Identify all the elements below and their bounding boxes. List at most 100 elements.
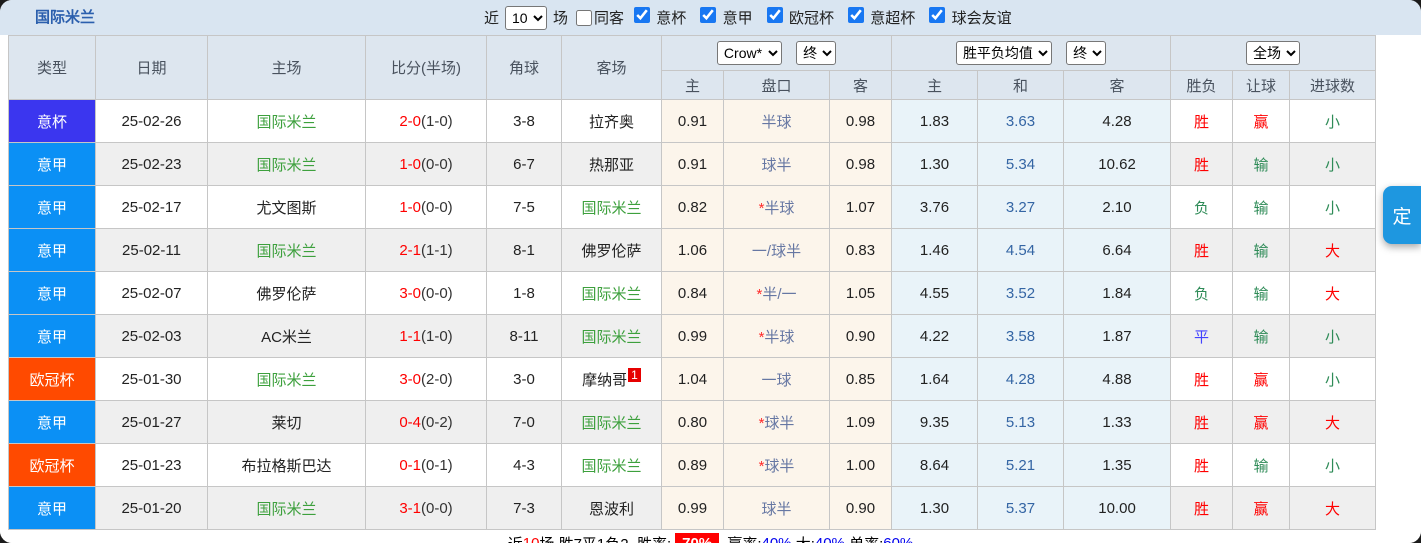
col-header-goals: 进球数 [1289,70,1377,100]
cell-odds-away: 1.00 [828,443,893,487]
fulltime-score: 1-0 [399,198,421,216]
cell-home-team: 莱切 [207,400,366,444]
match-row: 欧冠杯 25-01-30 国际米兰 3-0(2-0) 3-0 摩纳哥 1 1.04… [8,357,1377,401]
avg-odds-time-select[interactable]: 终 [1066,41,1107,65]
league-filter-checkbox[interactable] [766,7,783,23]
cell-handicap: *半/一 [723,271,830,315]
halftime-score: (1-0) [421,112,453,130]
col-header-handicap-result: 让球 [1232,70,1291,100]
col-header-avg-home: 主 [891,70,979,100]
cell-score: 3-0(0-0) [365,271,487,315]
odd-rate-label: 单率: [845,533,883,543]
halftime-score: (1-0) [421,327,453,345]
cell-home-team: 国际米兰 [207,486,366,530]
cell-odds-home: 0.99 [661,486,724,530]
handicap-text: 半球 [764,328,795,346]
cell-handicap: *球半 [723,400,830,444]
halftime-score: (0-0) [421,284,453,302]
cell-result: 平 [1170,314,1234,358]
cell-odds-home: 0.89 [661,443,724,487]
cell-score: 0-1(0-1) [365,443,487,487]
pin-button[interactable]: 定 [1383,186,1421,244]
cell-odds-home: 0.84 [661,271,724,315]
fulltime-score: 2-1 [399,241,421,259]
handicap-rate-value: 40% [761,534,792,543]
league-filter-checkbox[interactable] [634,7,651,23]
cell-away-team: 国际米兰 [561,271,662,315]
col-header-away: 客场 [561,35,662,100]
cell-handicap-result: 输 [1232,314,1291,358]
match-row: 意甲 25-02-11 国际米兰 2-1(1-1) 8-1 佛罗伦萨 1.06 … [8,228,1377,272]
table-area: 类型 日期 主场 比分(半场) 角球 客场 Crow* 终 胜平负均值 终 全场… [0,35,1421,543]
cell-corners: 7-3 [486,486,562,530]
cell-result: 负 [1170,185,1234,229]
cell-avg-away: 1.35 [1063,443,1172,487]
halftime-score: (2-0) [421,370,453,388]
cell-score: 3-0(2-0) [365,357,487,401]
cell-odds-home: 0.82 [661,185,724,229]
summary-prefix: 近 [508,533,523,543]
handicap-text: 半/一 [762,285,797,303]
fulltime-score: 2-0 [399,112,421,130]
same-opponent-checkbox[interactable] [576,9,593,26]
league-filter-label: 意超杯 [870,10,916,27]
league-filter-checkbox[interactable] [700,7,717,23]
league-filter-label: 球会友谊 [951,10,1012,27]
match-rows: 意杯 25-02-26 国际米兰 2-0(1-0) 3-8 拉齐奥 0.91 *… [8,99,1377,530]
league-badge: 意甲 [8,228,96,272]
match-row: 意甲 25-02-07 佛罗伦萨 3-0(0-0) 1-8 国际米兰 0.84 … [8,271,1377,315]
cell-avg-draw: 5.34 [977,142,1065,186]
cell-avg-away: 1.33 [1063,400,1172,444]
cell-avg-home: 4.22 [891,314,979,358]
summary-footer: 近10场,胜7平1负2, 胜率:70% 赢率:40% 大:40% 单率:60% [0,530,1421,543]
handicap-text: 球半 [764,414,795,432]
cell-corners: 7-0 [486,400,562,444]
cell-handicap: *球半 [723,486,830,530]
cell-odds-away: 1.07 [828,185,893,229]
away-team-name: 摩纳哥 [582,372,628,389]
cell-corners: 7-5 [486,185,562,229]
col-header-date: 日期 [95,35,208,100]
cell-away-team: 拉齐奥 [561,99,662,143]
league-filter-checkbox[interactable] [929,7,946,23]
cell-date: 25-02-26 [95,99,208,143]
cell-avg-away: 10.00 [1063,486,1172,530]
halftime-score: (0-0) [421,155,453,173]
cell-avg-draw: 5.21 [977,443,1065,487]
away-team-name: 国际米兰 [581,457,642,475]
cell-goals: 小 [1289,142,1377,186]
scope-select[interactable]: 全场 [1246,41,1301,65]
cell-odds-home: 0.80 [661,400,724,444]
cell-result: 胜 [1170,99,1234,143]
cell-avg-draw: 3.52 [977,271,1065,315]
avg-odds-select[interactable]: 胜平负均值 [955,41,1052,65]
odds-company-time-select[interactable]: 终 [796,41,837,65]
fulltime-score: 1-0 [399,155,421,173]
cell-odds-away: 0.90 [828,486,893,530]
recent-count-select[interactable]: 10 [505,5,548,30]
scope-group: 全场 [1170,35,1377,71]
cell-away-team: 国际米兰 [561,314,662,358]
match-row: 意甲 25-01-20 国际米兰 3-1(0-0) 7-3 恩波利 0.99 *… [8,486,1377,530]
handicap-text: 球半 [761,156,792,174]
league-filter-checkbox[interactable] [848,7,865,23]
cell-handicap: *半球 [723,314,830,358]
cell-avg-home: 3.76 [891,185,979,229]
odds-company-select[interactable]: Crow* [716,41,782,65]
cell-handicap-result: 赢 [1232,400,1291,444]
cell-avg-home: 1.83 [891,99,979,143]
topbar: 国际米兰 近 10 场 同客 意杯 意甲 欧冠杯 意超杯 球会友谊 [0,0,1421,35]
cell-goals: 小 [1289,443,1377,487]
league-filter-label: 欧冠杯 [788,10,834,27]
cell-avg-away: 1.87 [1063,314,1172,358]
away-note-badge: 1 [628,368,641,382]
cell-odds-home: 1.04 [661,357,724,401]
cell-odds-away: 0.85 [828,357,893,401]
recent-label: 近 [484,10,500,27]
league-badge: 欧冠杯 [8,357,96,401]
cell-handicap-result: 输 [1232,271,1291,315]
away-team-name: 佛罗伦萨 [581,242,642,260]
halftime-score: (0-1) [421,456,453,474]
cell-avg-draw: 3.58 [977,314,1065,358]
cell-avg-away: 4.28 [1063,99,1172,143]
